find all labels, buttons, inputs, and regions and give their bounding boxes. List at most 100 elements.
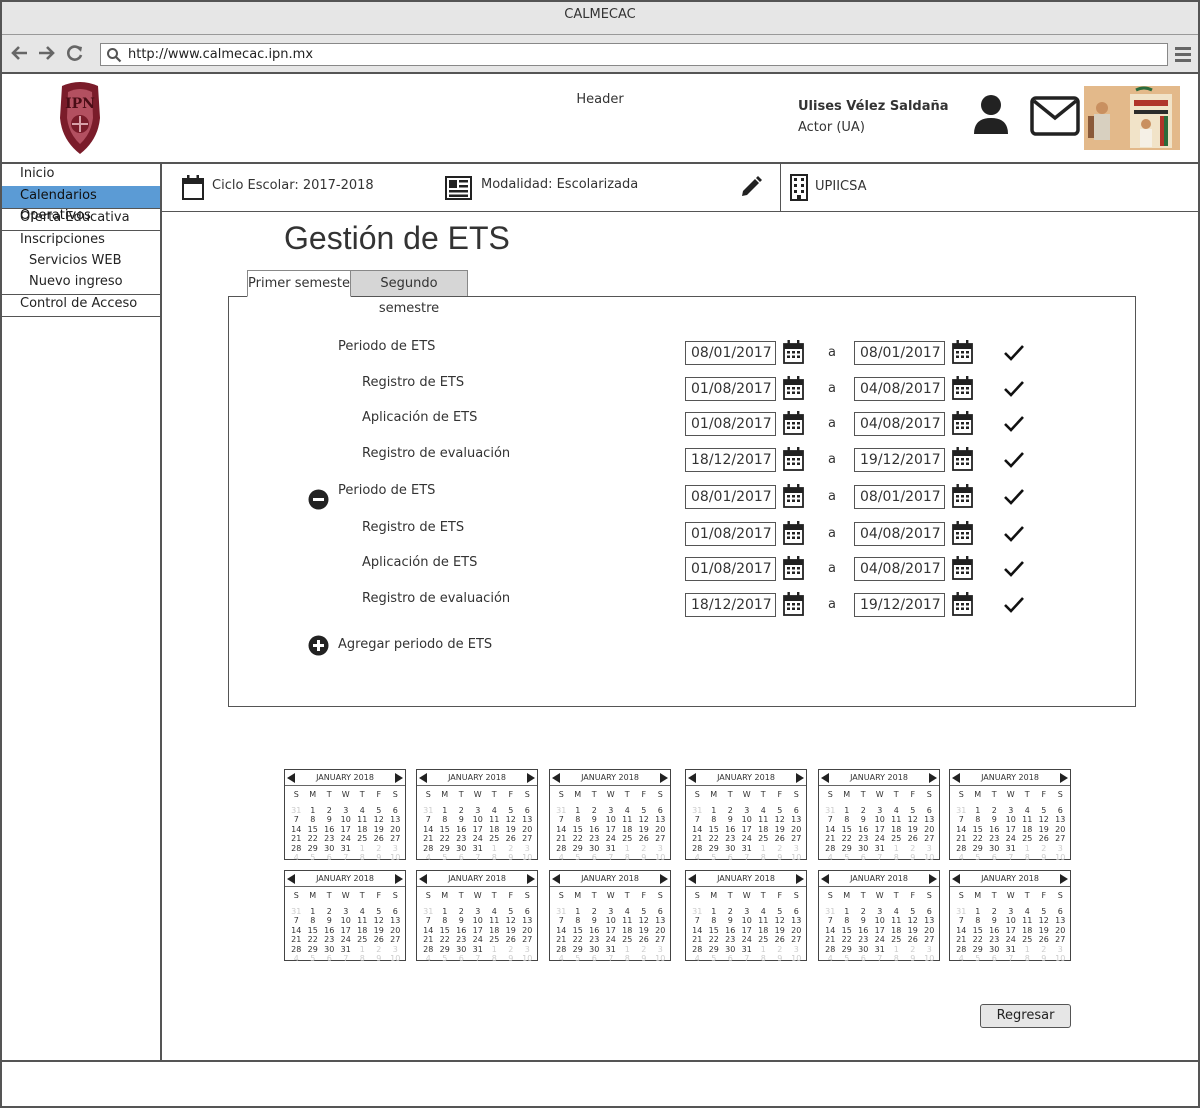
pencil-icon[interactable]	[741, 176, 762, 197]
day-cell[interactable]: 5	[905, 806, 922, 816]
day-cell[interactable]: 1	[437, 907, 454, 917]
day-cell[interactable]: 15	[437, 825, 454, 835]
day-cell[interactable]: 10	[739, 815, 756, 825]
prev-month-icon[interactable]	[821, 773, 829, 783]
day-cell[interactable]: 4	[1019, 806, 1036, 816]
next-month-icon[interactable]	[527, 773, 535, 783]
day-cell[interactable]: 8	[619, 954, 636, 964]
day-cell[interactable]: 2	[986, 907, 1003, 917]
day-cell[interactable]: 31	[872, 844, 889, 854]
day-cell[interactable]: 7	[739, 954, 756, 964]
minus-circle-icon[interactable]	[308, 489, 329, 510]
day-cell[interactable]: 3	[872, 806, 889, 816]
day-cell[interactable]: 9	[722, 916, 739, 926]
day-cell[interactable]: 7	[420, 815, 437, 825]
day-cell[interactable]: 6	[321, 954, 338, 964]
day-cell[interactable]: 2	[586, 806, 603, 816]
day-cell[interactable]: 20	[921, 926, 938, 936]
day-cell[interactable]: 21	[420, 834, 437, 844]
day-cell[interactable]: 10	[1052, 954, 1069, 964]
day-cell[interactable]: 28	[822, 844, 839, 854]
day-cell[interactable]: 24	[470, 935, 487, 945]
day-cell[interactable]: 13	[652, 916, 669, 926]
day-cell[interactable]: 31	[739, 945, 756, 955]
day-cell[interactable]: 6	[1052, 907, 1069, 917]
day-cell[interactable]: 3	[1003, 907, 1020, 917]
day-cell[interactable]: 16	[986, 926, 1003, 936]
day-cell[interactable]: 28	[420, 844, 437, 854]
day-cell[interactable]: 13	[1052, 916, 1069, 926]
day-cell[interactable]: 18	[354, 926, 371, 936]
day-cell[interactable]: 10	[519, 954, 536, 964]
day-cell[interactable]: 13	[921, 815, 938, 825]
day-cell[interactable]: 22	[970, 935, 987, 945]
day-cell[interactable]: 22	[706, 935, 723, 945]
day-cell[interactable]: 17	[338, 825, 355, 835]
check-icon[interactable]	[1003, 596, 1025, 614]
day-cell[interactable]: 31	[872, 945, 889, 955]
day-cell[interactable]: 11	[1019, 815, 1036, 825]
day-cell[interactable]: 16	[855, 825, 872, 835]
day-cell[interactable]: 22	[570, 834, 587, 844]
day-cell[interactable]: 9	[986, 916, 1003, 926]
day-cell[interactable]: 7	[689, 916, 706, 926]
day-cell[interactable]: 18	[1019, 825, 1036, 835]
day-cell[interactable]: 31	[822, 806, 839, 816]
calendar-icon[interactable]	[783, 592, 804, 616]
day-cell[interactable]: 15	[706, 926, 723, 936]
day-cell[interactable]: 22	[706, 834, 723, 844]
day-cell[interactable]: 7	[603, 853, 620, 863]
day-cell[interactable]: 8	[570, 916, 587, 926]
prev-month-icon[interactable]	[952, 773, 960, 783]
day-cell[interactable]: 2	[321, 806, 338, 816]
add-period-link[interactable]: Agregar periodo de ETS	[338, 637, 492, 652]
day-cell[interactable]: 13	[921, 916, 938, 926]
day-cell[interactable]: 6	[586, 954, 603, 964]
day-cell[interactable]: 19	[503, 825, 520, 835]
day-cell[interactable]: 20	[788, 926, 805, 936]
day-cell[interactable]: 20	[519, 825, 536, 835]
day-cell[interactable]: 31	[553, 907, 570, 917]
day-cell[interactable]: 18	[486, 926, 503, 936]
day-cell[interactable]: 20	[921, 825, 938, 835]
day-cell[interactable]: 21	[553, 935, 570, 945]
back-arrow-icon[interactable]	[10, 43, 30, 63]
day-cell[interactable]: 9	[772, 853, 789, 863]
day-cell[interactable]: 28	[689, 844, 706, 854]
prev-month-icon[interactable]	[287, 773, 295, 783]
day-cell[interactable]: 8	[970, 916, 987, 926]
day-cell[interactable]: 31	[288, 907, 305, 917]
calendar-icon[interactable]	[952, 340, 973, 364]
day-cell[interactable]: 1	[888, 844, 905, 854]
day-cell[interactable]: 21	[689, 834, 706, 844]
day-cell[interactable]: 29	[570, 945, 587, 955]
day-cell[interactable]: 6	[387, 907, 404, 917]
next-month-icon[interactable]	[1060, 874, 1068, 884]
day-cell[interactable]: 15	[839, 926, 856, 936]
day-cell[interactable]: 10	[519, 853, 536, 863]
day-cell[interactable]: 11	[755, 916, 772, 926]
calendar-icon[interactable]	[783, 447, 804, 471]
day-cell[interactable]: 8	[1019, 853, 1036, 863]
day-cell[interactable]: 19	[772, 825, 789, 835]
day-cell[interactable]: 1	[706, 806, 723, 816]
day-cell[interactable]: 12	[772, 916, 789, 926]
day-cell[interactable]: 2	[1036, 945, 1053, 955]
day-cell[interactable]: 2	[453, 907, 470, 917]
day-cell[interactable]: 7	[470, 954, 487, 964]
day-cell[interactable]: 27	[519, 935, 536, 945]
day-cell[interactable]: 1	[570, 907, 587, 917]
day-cell[interactable]: 7	[872, 853, 889, 863]
day-cell[interactable]: 1	[970, 806, 987, 816]
day-cell[interactable]: 23	[986, 935, 1003, 945]
day-cell[interactable]: 30	[586, 844, 603, 854]
day-cell[interactable]: 9	[371, 853, 388, 863]
day-cell[interactable]: 10	[603, 815, 620, 825]
day-cell[interactable]: 8	[706, 815, 723, 825]
day-cell[interactable]: 15	[970, 926, 987, 936]
day-cell[interactable]: 25	[1019, 834, 1036, 844]
day-cell[interactable]: 7	[822, 916, 839, 926]
day-cell[interactable]: 20	[1052, 926, 1069, 936]
prev-month-icon[interactable]	[552, 874, 560, 884]
sidebar-item-oferta-educativa[interactable]: Oferta Educativa	[2, 208, 160, 230]
